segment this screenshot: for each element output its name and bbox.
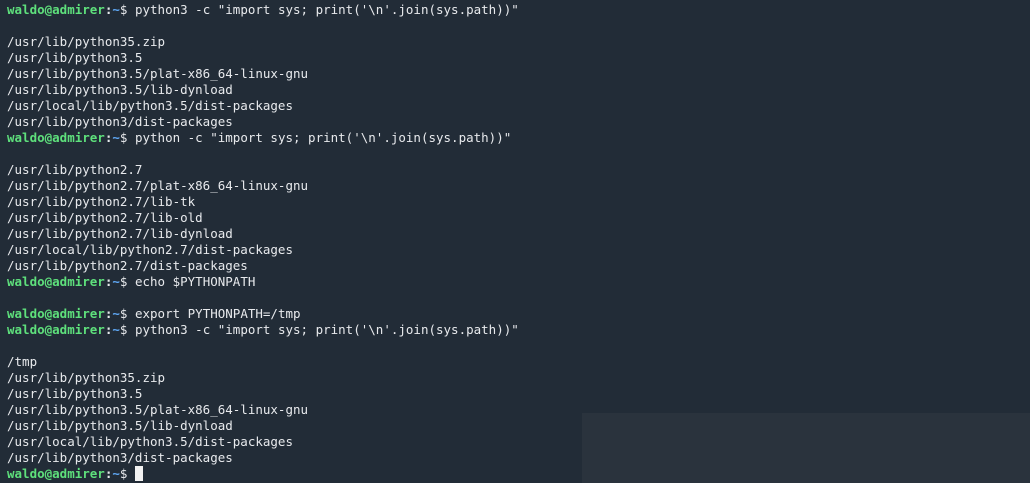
- output-line: /usr/lib/python2.7/lib-old: [7, 210, 203, 225]
- output-line: /usr/lib/python35.zip: [7, 370, 166, 385]
- prompt-path: ~: [112, 322, 120, 337]
- prompt-user: waldo@admirer: [7, 2, 105, 17]
- prompt-symbol: $: [119, 2, 128, 17]
- command-line: waldo@admirer:~$ echo $PYTHONPATH: [7, 274, 1030, 290]
- prompt-symbol: $: [119, 306, 128, 321]
- output-line: /usr/local/lib/python2.7/dist-packages: [7, 242, 293, 257]
- command-text: python3 -c "import sys; print('\n'.join(…: [134, 322, 519, 337]
- command-text: export PYTHONPATH=/tmp: [134, 306, 301, 321]
- background-window-panel: [582, 413, 1030, 483]
- output-line: /usr/lib/python2.7/lib-tk: [7, 194, 196, 209]
- prompt-path: ~: [112, 2, 120, 17]
- prompt-user: waldo@admirer: [7, 322, 105, 337]
- terminal-window[interactable]: waldo@admirer:~$ python3 -c "import sys;…: [0, 0, 1030, 483]
- prompt-user: waldo@admirer: [7, 306, 105, 321]
- command-line: waldo@admirer:~$ python -c "import sys; …: [7, 130, 1030, 146]
- output-line: /usr/local/lib/python3.5/dist-packages: [7, 98, 293, 113]
- command-text: python3 -c "import sys; print('\n'.join(…: [134, 2, 519, 17]
- prompt-symbol: $: [119, 130, 128, 145]
- output-line: /usr/lib/python2.7/lib-dynload: [7, 226, 233, 241]
- prompt-path: ~: [112, 306, 120, 321]
- command-text: echo $PYTHONPATH: [134, 274, 256, 289]
- command-line: waldo@admirer:~$ python3 -c "import sys;…: [7, 322, 1030, 338]
- prompt-path: ~: [112, 466, 120, 481]
- prompt-user: waldo@admirer: [7, 130, 105, 145]
- prompt-symbol: $: [119, 322, 128, 337]
- output-line: /tmp: [7, 354, 38, 369]
- output-line: /usr/lib/python35.zip: [7, 34, 166, 49]
- text-cursor[interactable]: [134, 466, 143, 481]
- prompt-user: waldo@admirer: [7, 274, 105, 289]
- output-line: /usr/lib/python3.5: [7, 386, 143, 401]
- prompt-user: waldo@admirer: [7, 466, 105, 481]
- output-line: /usr/lib/python3/dist-packages: [7, 114, 233, 129]
- output-line: /usr/lib/python2.7: [7, 162, 143, 177]
- output-line: /usr/lib/python3.5/lib-dynload: [7, 82, 233, 97]
- output-line: /usr/lib/python3.5/plat-x86_64-linux-gnu: [7, 66, 309, 81]
- command-line: waldo@admirer:~$ python3 -c "import sys;…: [7, 2, 1030, 18]
- prompt-symbol: $: [119, 274, 128, 289]
- prompt-path: ~: [112, 130, 120, 145]
- output-line: /usr/lib/python3.5: [7, 50, 143, 65]
- prompt-path: ~: [112, 274, 120, 289]
- command-line: waldo@admirer:~$ export PYTHONPATH=/tmp: [7, 306, 1030, 322]
- command-text: python -c "import sys; print('\n'.join(s…: [134, 130, 512, 145]
- output-line: /usr/lib/python2.7/dist-packages: [7, 258, 248, 273]
- prompt-symbol: $: [119, 466, 128, 481]
- output-line: /usr/lib/python2.7/plat-x86_64-linux-gnu: [7, 178, 309, 193]
